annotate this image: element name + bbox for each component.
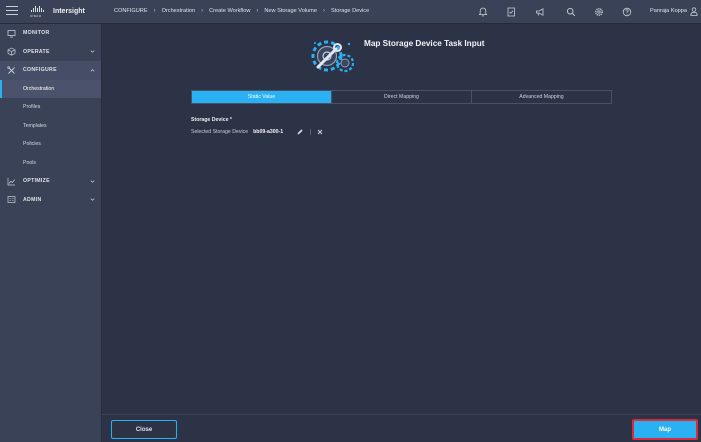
chevron-right-icon: › [256, 8, 259, 14]
breadcrumb: CONFIGURE › Orchestration › Create Workf… [114, 8, 369, 14]
chevron-down-icon [90, 198, 95, 202]
hamburger-menu-icon[interactable] [6, 6, 18, 16]
divider [310, 129, 311, 135]
tab-direct-mapping[interactable]: Direct Mapping [332, 91, 472, 103]
sidebar-subitem-label: Templates [23, 122, 47, 129]
sidebar-item-label: OPERATE [23, 48, 50, 55]
sidebar-subitem-templates[interactable]: Templates [0, 117, 101, 136]
sidebar-item-operate[interactable]: OPERATE [0, 43, 101, 62]
sidebar-item-admin[interactable]: ADMIN [0, 191, 101, 210]
sidebar-item-optimize[interactable]: OPTIMIZE [0, 172, 101, 191]
sidebar-subitem-label: Pools [23, 159, 36, 166]
admin-icon [7, 196, 16, 204]
sidebar-item-label: CONFIGURE [23, 67, 57, 74]
sidebar-item-label: OPTIMIZE [23, 178, 50, 185]
monitor-icon [7, 29, 16, 38]
search-icon[interactable] [565, 6, 577, 18]
sidebar-item-configure[interactable]: CONFIGURE [0, 61, 101, 80]
user-icon[interactable] [690, 7, 698, 16]
sidebar-subitem-policies[interactable]: Policies [0, 135, 101, 154]
megaphone-icon[interactable] [534, 6, 546, 18]
gear-wrench-illustration-icon [311, 40, 355, 73]
tab-static-value[interactable]: Static Value [192, 91, 332, 103]
cube-icon [7, 47, 16, 56]
map-button[interactable]: Map [632, 419, 698, 440]
sidebar-item-label: ADMIN [23, 196, 42, 203]
breadcrumb-configure[interactable]: CONFIGURE [114, 8, 148, 14]
mapping-tabs: Static Value Direct Mapping Advanced Map… [191, 90, 612, 104]
sidebar: MONITOR OPERATE CONFIGURE Orchestration … [0, 24, 102, 442]
chevron-right-icon: › [201, 8, 204, 14]
chevron-down-icon [90, 50, 95, 54]
breadcrumb-storage-device: Storage Device [330, 8, 370, 14]
app-name: Intersight [53, 7, 85, 15]
breadcrumb-orchestration[interactable]: Orchestration [162, 8, 196, 14]
selected-storage-device-row: Selected Storage Device bb09-a300-1 [191, 128, 323, 136]
selected-storage-device-value: bb09-a300-1 [253, 129, 284, 135]
close-button[interactable]: Close [111, 420, 177, 439]
sidebar-subitem-profiles[interactable]: Profiles [0, 98, 101, 117]
chevron-right-icon: › [153, 8, 156, 14]
close-icon[interactable] [317, 129, 323, 135]
breadcrumb-create-workflow[interactable]: Create Workflow [209, 8, 250, 14]
help-icon[interactable] [621, 6, 633, 18]
chevron-down-icon [90, 180, 95, 183]
sidebar-subitem-label: Orchestration [23, 85, 55, 92]
sidebar-item-monitor[interactable]: MONITOR [0, 24, 101, 43]
sidebar-subitem-label: Profiles [23, 104, 41, 111]
pencil-icon[interactable] [296, 128, 304, 136]
sidebar-subitem-orchestration[interactable]: Orchestration [0, 79, 101, 98]
main-panel: Map Storage Device Task Input Static Val… [102, 24, 701, 414]
chevron-up-icon [90, 68, 95, 72]
gear-icon[interactable] [593, 6, 605, 18]
sidebar-item-label: MONITOR [23, 30, 50, 37]
breadcrumb-new-storage-volume[interactable]: New Storage Volume [264, 8, 317, 14]
sidebar-subitem-pools[interactable]: Pools [0, 154, 101, 173]
bell-icon[interactable] [477, 6, 489, 18]
page-title: Map Storage Device Task Input [364, 39, 485, 48]
tab-advanced-mapping[interactable]: Advanced Mapping [472, 91, 611, 103]
app-logo[interactable]: cisco Intersight [30, 5, 85, 18]
user-name[interactable]: Panraja Koppa [650, 8, 687, 14]
top-bar: cisco Intersight CONFIGURE › Orchestrati… [0, 0, 701, 24]
storage-device-label: Storage Device * [191, 117, 232, 123]
trend-icon [7, 177, 16, 186]
checklist-icon[interactable] [505, 6, 517, 18]
selected-storage-device-label: Selected Storage Device [191, 129, 249, 135]
footer-bar: Close Map [102, 414, 701, 442]
chevron-right-icon: › [322, 8, 325, 14]
sidebar-subitem-label: Policies [23, 141, 41, 148]
cisco-logo-icon: cisco [30, 5, 48, 18]
wrench-icon [7, 66, 15, 74]
